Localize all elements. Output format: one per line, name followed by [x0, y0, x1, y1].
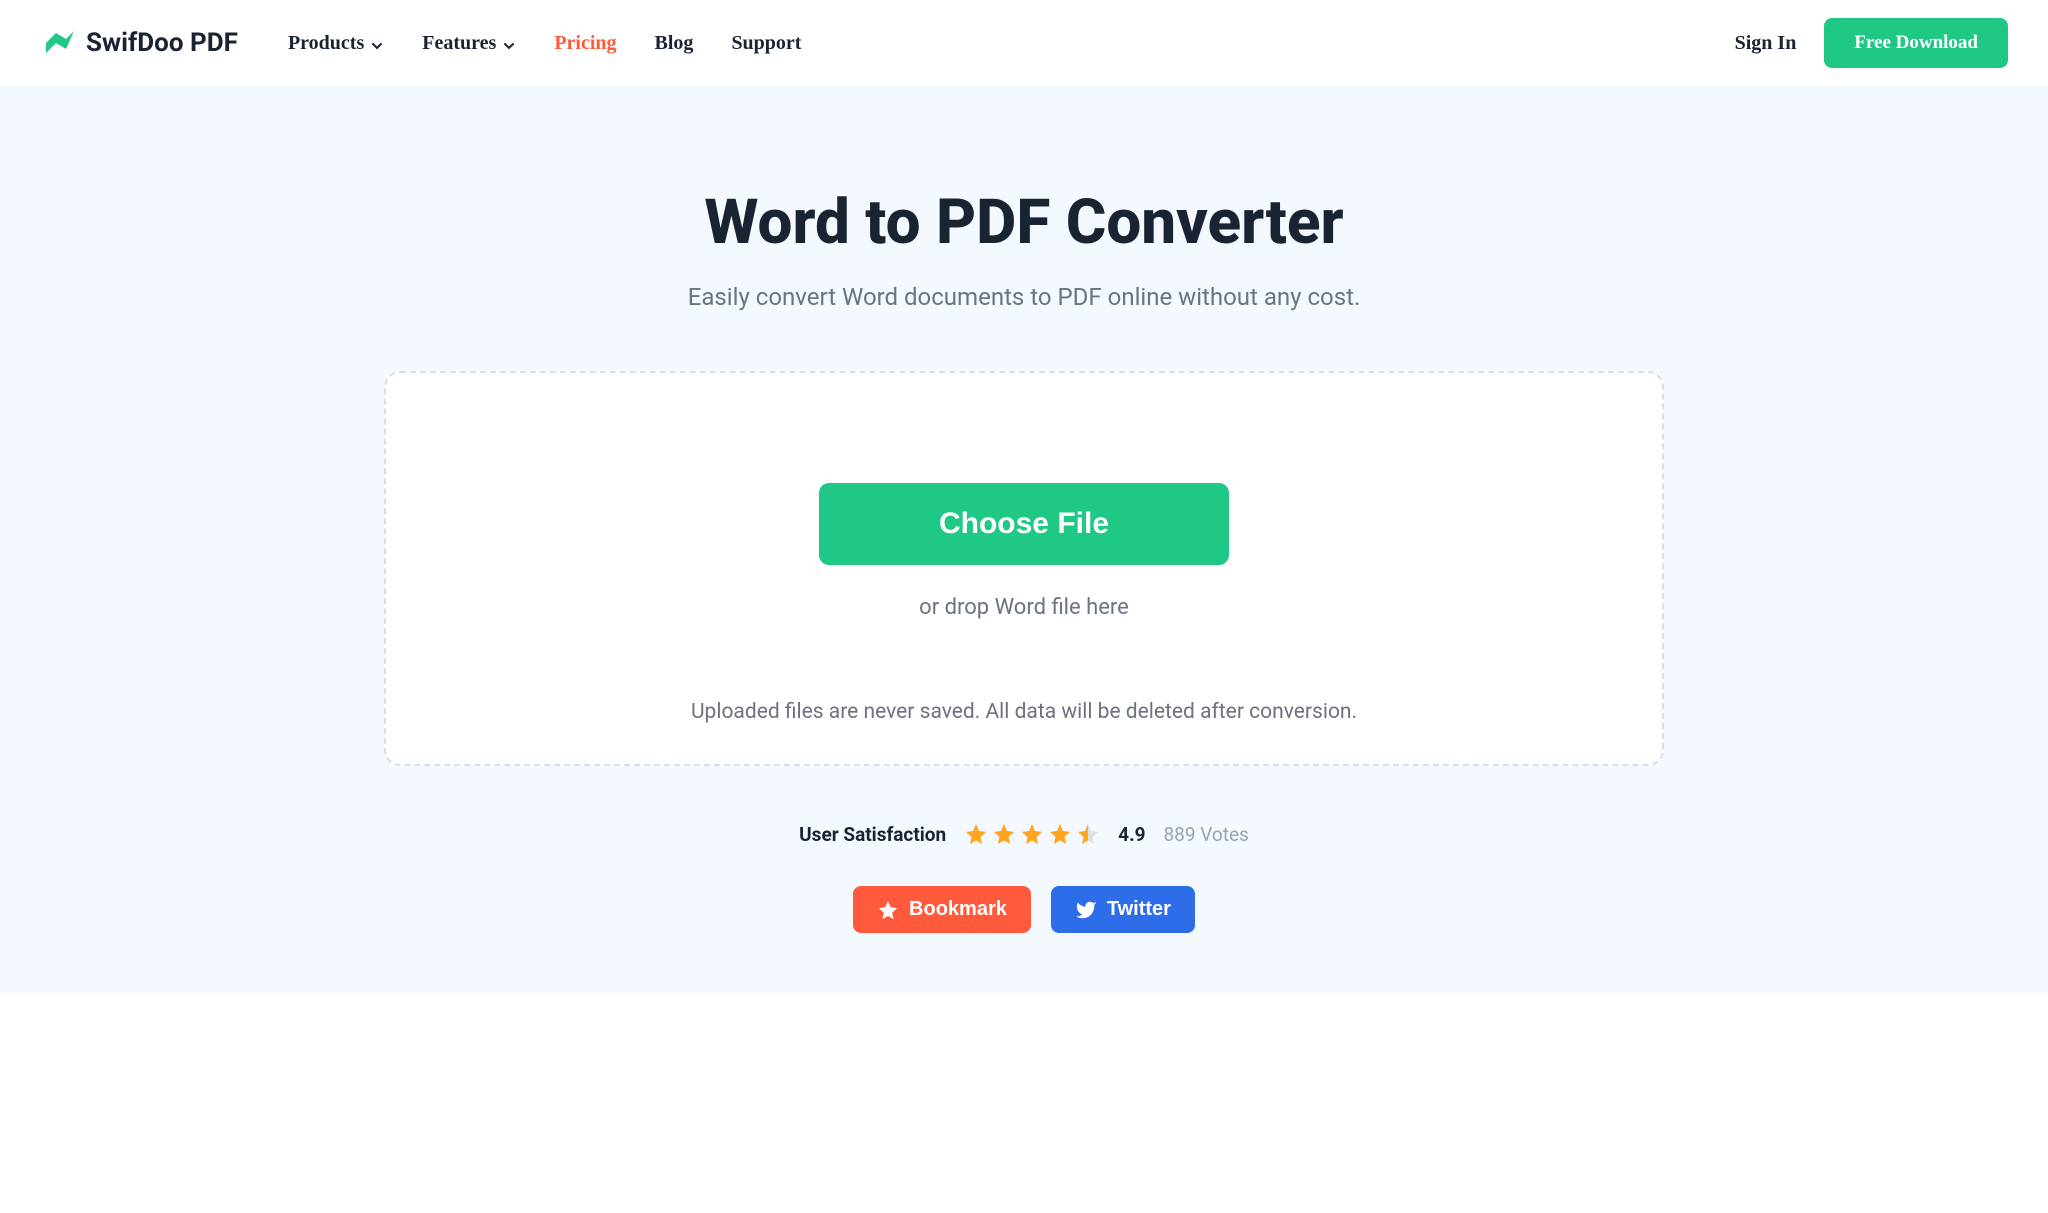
free-download-button[interactable]: Free Download: [1824, 18, 2008, 68]
star-icon: [877, 899, 899, 921]
nav-support[interactable]: Support: [731, 32, 801, 55]
nav-features[interactable]: Features: [422, 32, 516, 55]
logo[interactable]: SwifDoo PDF: [40, 25, 238, 61]
bookmark-label: Bookmark: [909, 898, 1007, 921]
privacy-notice: Uploaded files are never saved. All data…: [426, 700, 1622, 724]
star-icon: [964, 822, 988, 846]
twitter-icon: [1075, 899, 1097, 921]
star-half-icon: [1076, 822, 1100, 846]
sign-in-link[interactable]: Sign In: [1735, 32, 1797, 55]
page-subtitle: Easily convert Word documents to PDF onl…: [20, 283, 2028, 311]
header: SwifDoo PDF Products Features Pricing Bl…: [0, 0, 2048, 86]
page-title: Word to PDF Converter: [20, 186, 2028, 259]
nav-support-label: Support: [731, 32, 801, 55]
star-icon: [992, 822, 1016, 846]
satisfaction-label: User Satisfaction: [799, 823, 946, 846]
choose-file-button[interactable]: Choose File: [819, 483, 1229, 565]
nav-features-label: Features: [422, 32, 496, 55]
swifdoo-logo-icon: [40, 25, 76, 61]
rating-score: 4.9: [1118, 823, 1145, 846]
nav-blog-label: Blog: [655, 32, 694, 55]
bookmark-button[interactable]: Bookmark: [853, 886, 1031, 933]
chevron-down-icon: [370, 36, 384, 50]
drop-hint-text: or drop Word file here: [426, 595, 1622, 620]
nav-blog[interactable]: Blog: [655, 32, 694, 55]
twitter-button[interactable]: Twitter: [1051, 886, 1195, 933]
header-right: Sign In Free Download: [1735, 18, 2008, 68]
nav-pricing-label: Pricing: [554, 32, 616, 55]
main-content: Word to PDF Converter Easily convert Wor…: [0, 86, 2048, 993]
star-rating: [964, 822, 1100, 846]
chevron-down-icon: [502, 36, 516, 50]
twitter-label: Twitter: [1107, 898, 1171, 921]
star-icon: [1020, 822, 1044, 846]
nav-pricing[interactable]: Pricing: [554, 32, 616, 55]
main-nav: Products Features Pricing Blog Support: [288, 32, 802, 55]
upload-dropzone[interactable]: Choose File or drop Word file here Uploa…: [384, 371, 1664, 766]
share-buttons: Bookmark Twitter: [20, 886, 2028, 933]
satisfaction-row: User Satisfaction 4.9 889 Votes: [20, 822, 2028, 846]
brand-text: SwifDoo PDF: [86, 28, 238, 58]
nav-products[interactable]: Products: [288, 32, 384, 55]
vote-count: 889 Votes: [1163, 823, 1248, 846]
star-icon: [1048, 822, 1072, 846]
nav-products-label: Products: [288, 32, 364, 55]
